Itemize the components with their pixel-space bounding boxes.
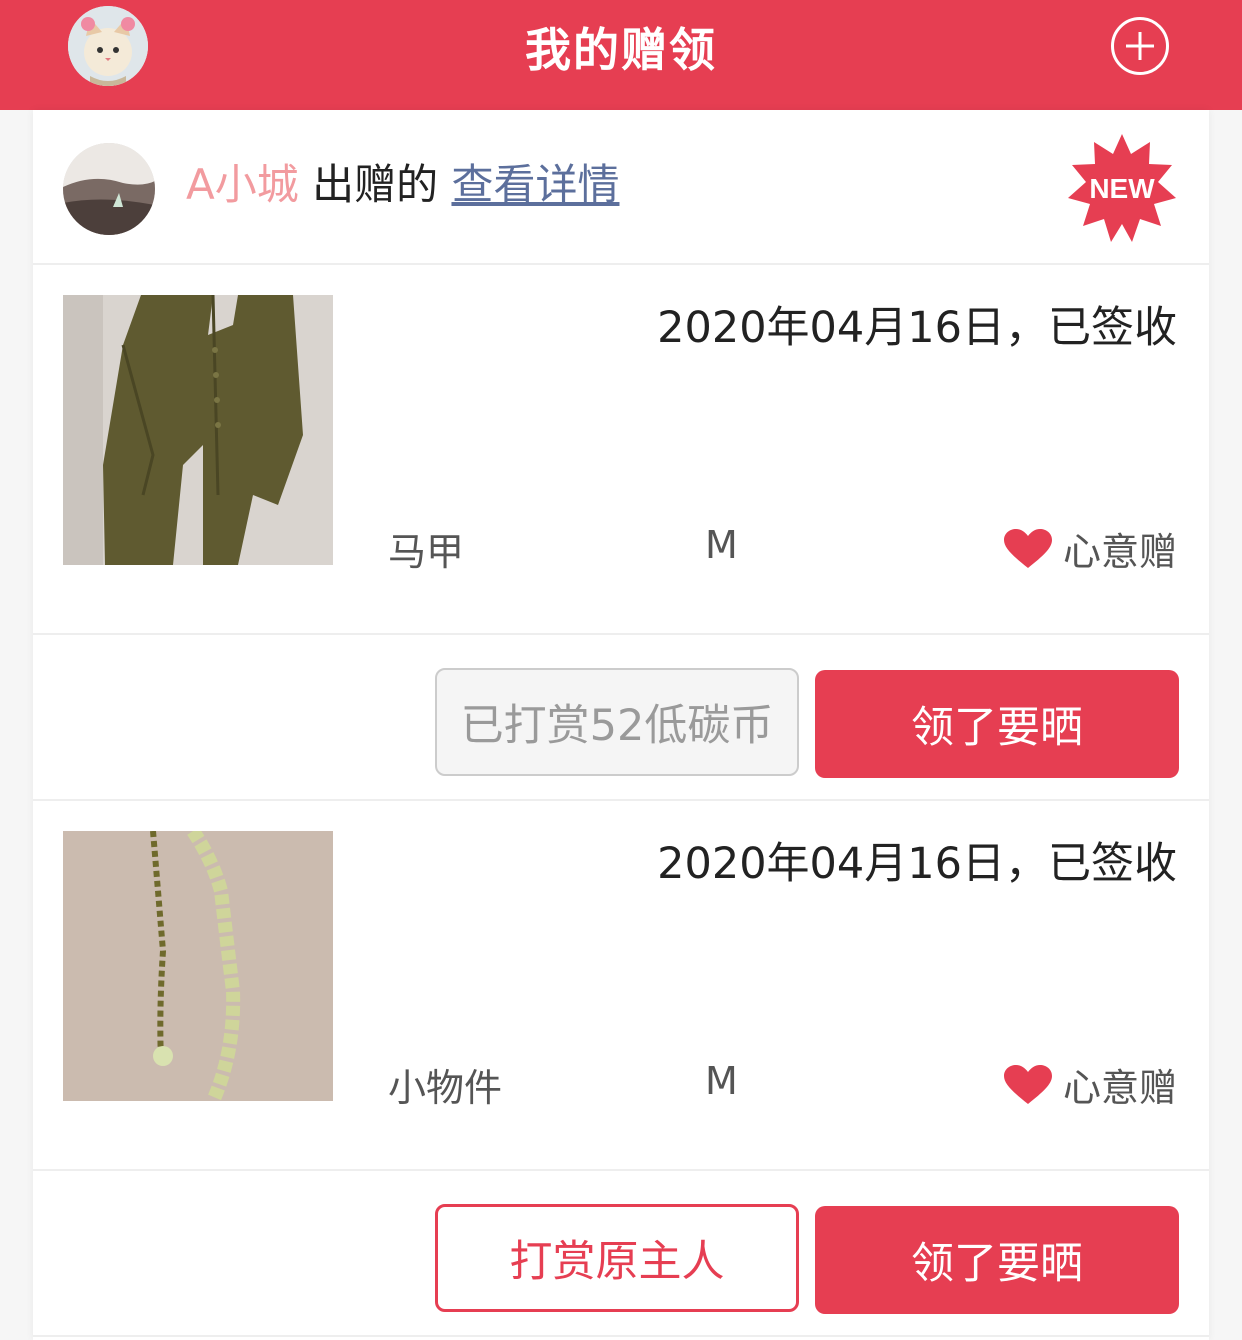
item-name: 马甲: [388, 530, 465, 574]
item-photo-necklace[interactable]: [63, 831, 333, 1101]
plus-circle-icon[interactable]: [1111, 17, 1169, 75]
show-off-button[interactable]: 领了要晒: [815, 670, 1179, 778]
item-size: M: [705, 523, 738, 567]
gift-type-label: 心意赠: [1062, 1066, 1177, 1110]
giver-action: 出赠的: [312, 160, 439, 209]
giver-name[interactable]: A小城: [186, 160, 299, 209]
item-date-status: 2020年04月16日，已签收: [657, 839, 1177, 889]
page-title: 我的赠领: [525, 23, 717, 77]
heart-icon: [1003, 528, 1052, 568]
item-date-status: 2020年04月16日，已签收: [657, 303, 1177, 353]
giver-avatar[interactable]: [63, 143, 155, 235]
new-badge-text: NEW: [1089, 173, 1155, 204]
new-badge: NEW: [1066, 132, 1178, 244]
show-off-button[interactable]: 领了要晒: [815, 1206, 1179, 1314]
tipped-button[interactable]: 已打赏52低碳币: [435, 668, 799, 776]
top-bar: 我的赠领: [0, 0, 1242, 110]
item-size: M: [705, 1059, 738, 1103]
gift-item[interactable]: 2020年04月16日，已签收 马甲 M 心意赠: [33, 265, 1209, 635]
giver-row: A小城 出赠的 查看详情 NEW: [33, 110, 1209, 265]
gift-item[interactable]: 2020年04月16日，已签收 小物件 M 心意赠: [33, 801, 1209, 1171]
gift-type-label: 心意赠: [1062, 530, 1177, 574]
item-name: 小物件: [388, 1066, 503, 1110]
item-actions: 已打赏52低碳币 领了要晒: [33, 635, 1209, 801]
gift-card: A小城 出赠的 查看详情 NEW 2020年04月16日，已签收 马甲 M 心意…: [33, 110, 1209, 1340]
view-details-link[interactable]: 查看详情: [451, 160, 619, 209]
gift-type: 心意赠: [1003, 1057, 1177, 1112]
gift-type: 心意赠: [1003, 521, 1177, 576]
item-actions: 打赏原主人 领了要晒: [33, 1171, 1209, 1337]
giver-line: A小城 出赠的 查看详情: [186, 157, 619, 213]
heart-icon: [1003, 1064, 1052, 1104]
item-photo-vest[interactable]: [63, 295, 333, 565]
tip-owner-button[interactable]: 打赏原主人: [435, 1204, 799, 1312]
